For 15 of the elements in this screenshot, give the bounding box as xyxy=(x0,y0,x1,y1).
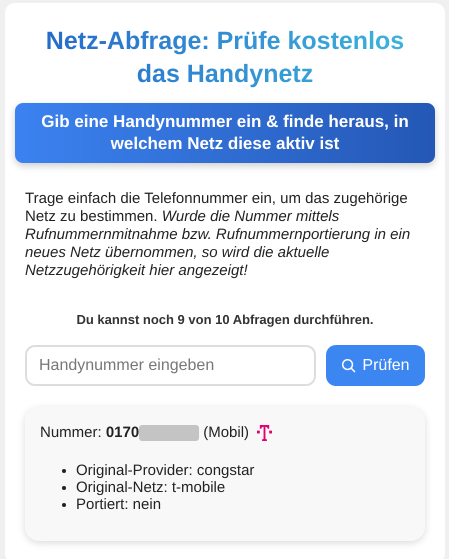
number-label: Nummer: 0170 xyxy=(40,424,140,441)
info-banner: Gib eine Handynummer ein & finde heraus, in welchem Netz diese aktiv ist xyxy=(15,103,435,163)
number-type: (Mobil) xyxy=(203,424,250,441)
quota-text: Du kannst noch 9 von 10 Abfragen durchführen. xyxy=(75,312,375,327)
bullet-icon xyxy=(62,486,66,490)
detail-item: Original-Netz: t-mobile xyxy=(76,479,226,496)
phone-input-field[interactable]: Handynummer eingeben xyxy=(25,345,316,386)
t-logo-icon xyxy=(257,423,272,442)
bullet-icon xyxy=(62,468,66,472)
bullet-icon xyxy=(62,502,66,506)
detail-item: Original-Provider: congstar xyxy=(76,462,254,479)
search-icon xyxy=(341,358,356,373)
detail-item: Portiert: nein xyxy=(76,496,162,513)
intro-paragraph: Trage einfach die Telefonnummer ein, um das zugehörige Netz zu bestimmen. Wurde die Nummer mittels Rufnummernmitnahme bzw. Rufnummernportierung in ein neues Netz übernommen, so wird die aktuelle Netzzugehörigkeit hier angezeigt! xyxy=(25,190,412,280)
check-button[interactable]: Prüfen xyxy=(326,345,425,386)
